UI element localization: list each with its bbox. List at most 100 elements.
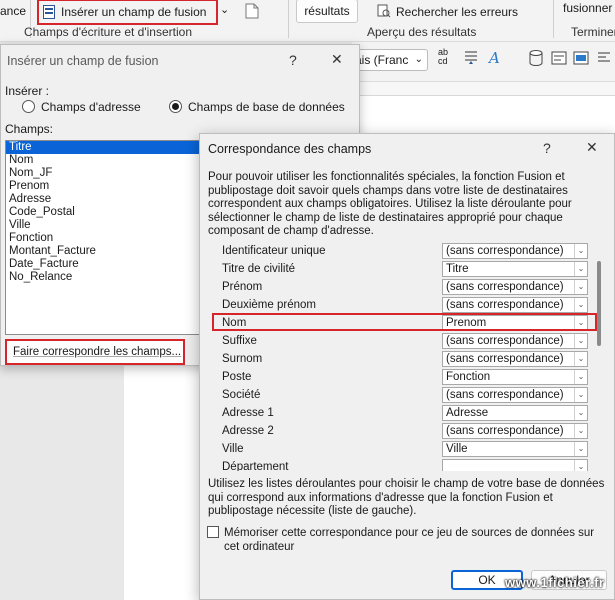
- close-icon[interactable]: ✕: [586, 139, 598, 156]
- group-label-preview: Aperçu des résultats: [367, 25, 477, 39]
- mapping-row-label: Titre de civilité: [222, 263, 296, 275]
- find-errors-label: Rechercher les erreurs: [396, 5, 519, 19]
- document-icon[interactable]: [245, 3, 259, 22]
- mapping-row: Prénom (sans correspondance) ⌄: [208, 279, 600, 297]
- mapping-select[interactable]: (sans correspondance) ⌄: [442, 279, 588, 295]
- chevron-down-icon: ⌄: [414, 54, 423, 65]
- spacing-icon[interactable]: [463, 49, 479, 68]
- mapping-row: Titre de civilité Titre ⌄: [208, 261, 600, 279]
- ribbon-cut-label: ance: [0, 4, 27, 18]
- mapping-select[interactable]: ⌄: [442, 459, 588, 471]
- chevron-down-icon: ⌄: [574, 352, 587, 366]
- mapping-select[interactable]: (sans correspondance) ⌄: [442, 243, 588, 259]
- field-list-item[interactable]: Fonction: [6, 232, 202, 245]
- database-fields-label[interactable]: Champs de base de données: [188, 100, 345, 114]
- match-fields-button[interactable]: Faire correspondre les champs...: [5, 339, 185, 365]
- address-fields-radio[interactable]: [22, 100, 35, 113]
- mapping-select[interactable]: (sans correspondance) ⌄: [442, 297, 588, 313]
- mapping-select[interactable]: (sans correspondance) ⌄: [442, 423, 588, 439]
- results-label: résultats: [304, 4, 350, 18]
- formatting-toolbar: ais (Franc ⌄ ab cd A: [352, 42, 615, 82]
- dialog-title: Insérer un champ de fusion: [7, 54, 159, 68]
- mapping-select[interactable]: Titre ⌄: [442, 261, 588, 277]
- mapping-select[interactable]: (sans correspondance) ⌄: [442, 387, 588, 403]
- watermark-text: www.1fichier.fr: [505, 575, 605, 590]
- finish-merge-button[interactable]: fusionner: [563, 1, 612, 15]
- chevron-down-icon: ⌄: [574, 262, 587, 276]
- address-block-icon[interactable]: [551, 50, 567, 69]
- mapping-row-label: Surnom: [222, 353, 263, 365]
- mapping-select-value: (sans correspondance): [446, 281, 564, 293]
- field-list-item[interactable]: Ville: [6, 219, 202, 232]
- font-name-value: ais (Franc: [355, 53, 409, 67]
- mapping-row-label: Adresse 2: [222, 425, 274, 437]
- database-fields-radio[interactable]: [169, 100, 182, 113]
- bottom-help-text: Utilisez les listes déroulantes pour cho…: [208, 478, 605, 517]
- field-list-item[interactable]: Code_Postal: [6, 206, 202, 219]
- merge-field-icon: [43, 5, 55, 19]
- mapping-row-label: Poste: [222, 371, 252, 383]
- remember-mapping-checkbox[interactable]: [207, 526, 219, 538]
- mapping-row-label: Ville: [222, 443, 244, 455]
- chevron-down-icon: ⌄: [574, 406, 587, 420]
- chevron-down-icon: ⌄: [574, 370, 587, 384]
- mapping-select[interactable]: Prenom ⌄: [442, 315, 588, 331]
- svg-text:A: A: [487, 49, 500, 66]
- align-left-icon[interactable]: [597, 50, 611, 69]
- mapping-select-value: (sans correspondance): [446, 425, 564, 437]
- ok-label: OK: [478, 573, 496, 587]
- results-button[interactable]: résultats: [296, 0, 358, 23]
- mapping-select[interactable]: Adresse ⌄: [442, 405, 588, 421]
- mapping-select[interactable]: Ville ⌄: [442, 441, 588, 457]
- mapping-select[interactable]: (sans correspondance) ⌄: [442, 351, 588, 367]
- help-icon[interactable]: ?: [543, 140, 551, 156]
- close-icon[interactable]: ✕: [331, 51, 343, 68]
- mapping-row-label: Société: [222, 389, 261, 401]
- ribbon-separator: [553, 0, 554, 38]
- field-list-item[interactable]: Nom: [6, 154, 202, 167]
- mapping-select[interactable]: Fonction ⌄: [442, 369, 588, 385]
- greeting-line-icon[interactable]: [573, 50, 589, 69]
- mapping-row: Société (sans correspondance) ⌄: [208, 387, 600, 405]
- field-list-item[interactable]: Prenom: [6, 180, 202, 193]
- ribbon-separator: [288, 0, 289, 38]
- field-list-item[interactable]: No_Relance: [6, 271, 202, 284]
- chevron-down-icon: ⌄: [574, 298, 587, 312]
- field-list-item[interactable]: Date_Facture: [6, 258, 202, 271]
- mapping-scrollbar[interactable]: [597, 261, 601, 346]
- mapping-row: Nom Prenom ⌄: [208, 313, 600, 333]
- chevron-down-icon[interactable]: ⌄: [220, 3, 229, 16]
- mapping-select-value: Ville: [446, 443, 468, 455]
- mapping-select[interactable]: (sans correspondance) ⌄: [442, 333, 588, 349]
- insert-merge-field-button[interactable]: Insérer un champ de fusion: [37, 0, 218, 25]
- intro-text: Pour pouvoir utiliser les fonctionnalité…: [208, 171, 572, 237]
- field-list-item[interactable]: Adresse: [6, 193, 202, 206]
- field-list-item[interactable]: Titre: [6, 141, 202, 154]
- ruler: [352, 82, 615, 96]
- field-mapping-list: Identificateur unique (sans correspondanc…: [208, 241, 606, 471]
- text-effects-icon[interactable]: A: [487, 48, 505, 69]
- field-list-item[interactable]: Montant_Facture: [6, 245, 202, 258]
- chevron-down-icon: ⌄: [574, 316, 587, 330]
- field-list-item[interactable]: Nom_JF: [6, 167, 202, 180]
- font-name-box[interactable]: ais (Franc ⌄: [352, 49, 428, 71]
- fields-listbox[interactable]: Titre Nom Nom_JF Prenom Adresse Code_Postal Vi…: [5, 140, 203, 335]
- dialog-title: Correspondance des champs: [208, 142, 372, 156]
- database-icon[interactable]: [529, 50, 543, 69]
- mapping-row-label: Adresse 1: [222, 407, 274, 419]
- remember-mapping-label[interactable]: Mémoriser cette correspondance pour ce j…: [224, 527, 600, 554]
- help-icon[interactable]: ?: [289, 52, 297, 68]
- find-errors-button[interactable]: Rechercher les erreurs: [377, 1, 518, 23]
- mapping-row-label: Identificateur unique: [222, 245, 326, 257]
- text-case-icon[interactable]: ab cd: [438, 48, 448, 66]
- mapping-select-value: (sans correspondance): [446, 245, 564, 257]
- mapping-select-value: Titre: [446, 263, 469, 275]
- chevron-down-icon: ⌄: [574, 244, 587, 258]
- chevron-down-icon: ⌄: [574, 388, 587, 402]
- mapping-row-label: Département: [222, 461, 289, 471]
- match-fields-label: Faire correspondre les champs...: [13, 346, 182, 358]
- insert-label: Insérer :: [5, 84, 50, 98]
- mapping-select-value: (sans correspondance): [446, 299, 564, 311]
- address-fields-label[interactable]: Champs d'adresse: [41, 100, 141, 114]
- insert-merge-field-label: Insérer un champ de fusion: [61, 5, 207, 19]
